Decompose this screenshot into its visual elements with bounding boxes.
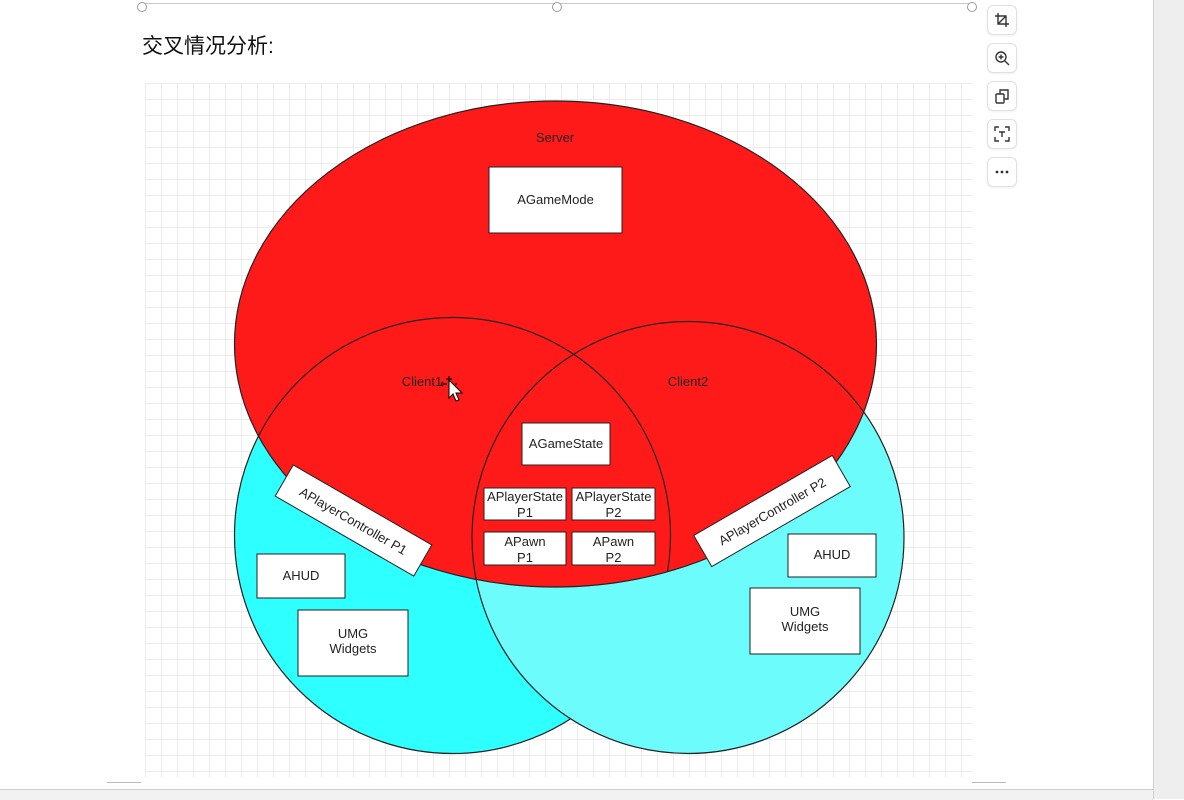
game-state-label: AGameState bbox=[529, 436, 603, 451]
game-mode-label: AGameMode bbox=[517, 192, 594, 207]
hud-left-label: AHUD bbox=[283, 568, 320, 583]
umg-left-label-2: Widgets bbox=[330, 641, 377, 656]
bottom-resize-mark-right bbox=[972, 782, 1006, 783]
pawn-p1-label-2: P1 bbox=[517, 550, 533, 565]
umg-right-label-2: Widgets bbox=[782, 619, 829, 634]
server-label: Server bbox=[536, 130, 575, 145]
player-state-p1-label-2: P1 bbox=[517, 505, 533, 520]
hud-right-label: AHUD bbox=[814, 547, 851, 562]
bottom-resize-mark-left bbox=[107, 782, 141, 783]
umg-left-label-1: UMG bbox=[338, 626, 368, 641]
client2-label: Client2 bbox=[668, 374, 708, 389]
venn-diagram: Server Client1 Client2 AGameMode AGameSt… bbox=[233, 100, 905, 755]
pawn-p2-label-2: P2 bbox=[606, 550, 622, 565]
client1-label: Client1 bbox=[402, 374, 442, 389]
player-state-p1-label-1: APlayerState bbox=[487, 489, 563, 504]
pawn-p2-label-1: APawn bbox=[593, 534, 634, 549]
pawn-p1-label-1: APawn bbox=[504, 534, 545, 549]
player-state-p2-label-1: APlayerState bbox=[576, 489, 652, 504]
player-state-p2-label-2: P2 bbox=[606, 505, 622, 520]
umg-right-label-1: UMG bbox=[790, 604, 820, 619]
